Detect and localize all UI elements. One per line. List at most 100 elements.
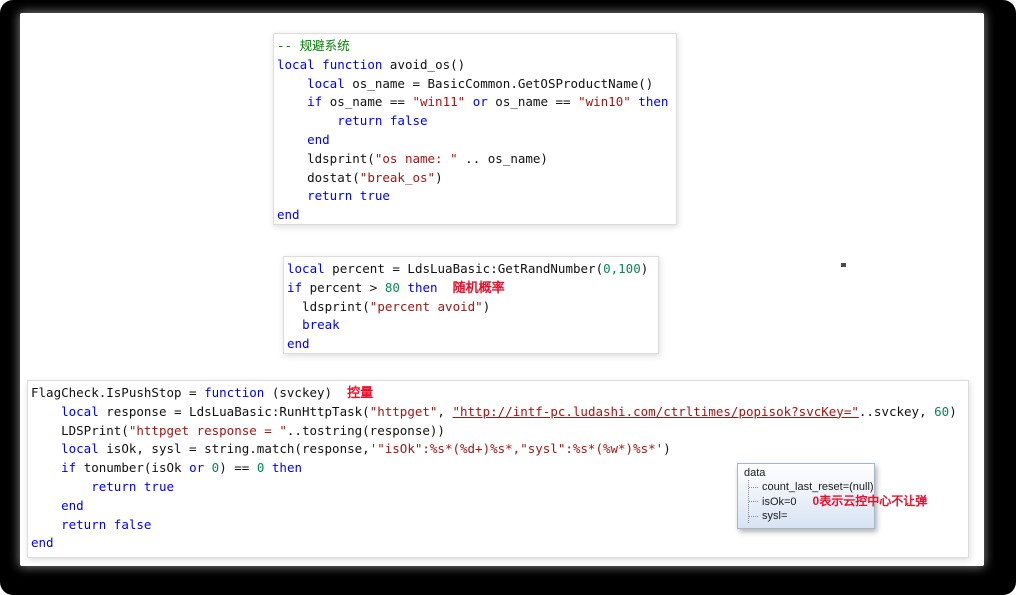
code-segment: 60 [934, 404, 949, 419]
code-segment: -- 规避系统 [277, 38, 350, 53]
code-segment: "http://intf-pc.ludashi.com/ctrltimes/po… [452, 404, 858, 419]
code-segment: false [390, 113, 428, 128]
code-segment: 0,100 [603, 261, 641, 276]
tooltip-item-text: isOk=0 [762, 496, 797, 508]
code-segment: end [307, 132, 330, 147]
code-segment: return [307, 188, 352, 203]
code-segment: break [302, 317, 340, 332]
tree-branch-line [749, 516, 758, 517]
code-segment: '"isOk":%s*(%d+)%s*,"sysl":%s*(%w*)%s*' [370, 441, 664, 456]
tooltip-tree-item: sysl= [749, 509, 869, 523]
code-segment [438, 280, 453, 295]
tooltip-item-text: count_last_reset=(null) [762, 481, 874, 493]
code-segment: ..tostring(response)) [287, 423, 445, 438]
code-segment [277, 76, 307, 91]
code-segment: end [31, 535, 54, 550]
code-segment [31, 498, 61, 513]
code-segment: os_name == [322, 94, 412, 109]
code-segment: "break_os" [360, 170, 435, 185]
code-segment: or [473, 94, 488, 109]
tooltip-tree: count_last_reset=(null)isOk=00表示云控中心不让弹s… [748, 480, 869, 523]
code-segment: percent = LdsLuaBasic:GetRandNumber( [325, 261, 603, 276]
code-segment: end [277, 207, 300, 222]
code-line: local isOk, sysl = string.match(response… [31, 440, 966, 459]
code-segment: response = LdsLuaBasic:RunHttpTask( [99, 404, 370, 419]
code-line: local response = LdsLuaBasic:RunHttpTask… [31, 403, 966, 422]
code-segment: false [114, 517, 152, 532]
tooltip-item-text: sysl= [762, 510, 787, 522]
code-segment [277, 113, 337, 128]
code-segment: os_name == [488, 94, 578, 109]
code-segment [465, 94, 473, 109]
code-segment: avoid_os() [382, 57, 465, 72]
code-segment: "os name: " [375, 151, 458, 166]
code-segment: true [360, 188, 390, 203]
code-segment: then [272, 460, 302, 475]
code-segment [31, 517, 61, 532]
code-line: end [277, 131, 674, 150]
tree-branch-line [749, 487, 758, 488]
code-line: break [287, 316, 656, 335]
red-annotation: 控量 [347, 385, 373, 400]
code-segment [382, 113, 390, 128]
code-segment: local [307, 76, 345, 91]
code-segment: function [204, 385, 264, 400]
red-annotation: 随机概率 [453, 280, 505, 295]
code-line: LDSPrint("httpget response = "..tostring… [31, 422, 966, 441]
code-segment [31, 479, 91, 494]
code-segment [277, 132, 307, 147]
code-line: return false [277, 112, 674, 131]
code-line: ldsprint("percent avoid") [287, 298, 656, 317]
code-line: end [31, 534, 966, 553]
code-segment [106, 517, 114, 532]
code-segment [31, 404, 61, 419]
code-segment: return [61, 517, 106, 532]
red-annotation: 0表示云控中心不让弹 [813, 494, 928, 508]
code-segment: function [322, 57, 382, 72]
code-segment: "win11" [412, 94, 465, 109]
code-line: end [277, 206, 674, 225]
code-segment [287, 317, 302, 332]
code-segment [204, 460, 212, 475]
code-segment: return [337, 113, 382, 128]
code-segment [31, 441, 61, 456]
code-segment: .. os_name) [458, 151, 548, 166]
tree-branch-line [749, 501, 758, 502]
debug-watch-tooltip: data count_last_reset=(null)isOk=00表示云控中… [737, 463, 875, 529]
code-line: end [287, 335, 656, 354]
code-snippet-percent: local percent = LdsLuaBasic:GetRandNumbe… [283, 256, 659, 354]
code-segment: ) [663, 441, 671, 456]
stray-dot [841, 263, 846, 267]
code-line: local percent = LdsLuaBasic:GetRandNumbe… [287, 260, 656, 279]
code-segment [277, 94, 307, 109]
code-segment: local [277, 57, 315, 72]
code-segment: ldsprint( [277, 151, 375, 166]
code-segment: ..svckey, [859, 404, 934, 419]
code-line: if percent > 80 then 随机概率 [287, 279, 656, 298]
code-segment: then [407, 280, 437, 295]
code-line: local os_name = BasicCommon.GetOSProduct… [277, 75, 674, 94]
code-segment: if [307, 94, 322, 109]
code-segment [31, 460, 61, 475]
code-segment [136, 479, 144, 494]
code-line: return true [277, 187, 674, 206]
code-segment: if [287, 280, 302, 295]
code-segment [264, 460, 272, 475]
code-segment: if [61, 460, 76, 475]
code-segment: isOk, sysl = string.match(response, [99, 441, 370, 456]
code-segment: "percent avoid" [370, 299, 483, 314]
code-line: dostat("break_os") [277, 169, 674, 188]
code-segment: "httpget" [370, 404, 438, 419]
code-segment: true [144, 479, 174, 494]
screenshot-frame: -- 规避系统 local function avoid_os() local o… [0, 0, 1016, 595]
code-line: FlagCheck.IsPushStop = function (svckey)… [31, 384, 966, 403]
code-segment: dostat( [277, 170, 360, 185]
code-segment: "httpget response = " [129, 423, 287, 438]
code-segment: ) [435, 170, 443, 185]
code-line: -- 规避系统 [277, 37, 674, 56]
code-segment: tonumber(isOk [76, 460, 189, 475]
code-segment: return [91, 479, 136, 494]
code-segment [277, 188, 307, 203]
code-segment: ) [949, 404, 957, 419]
tooltip-tree-item: count_last_reset=(null) [749, 480, 869, 494]
